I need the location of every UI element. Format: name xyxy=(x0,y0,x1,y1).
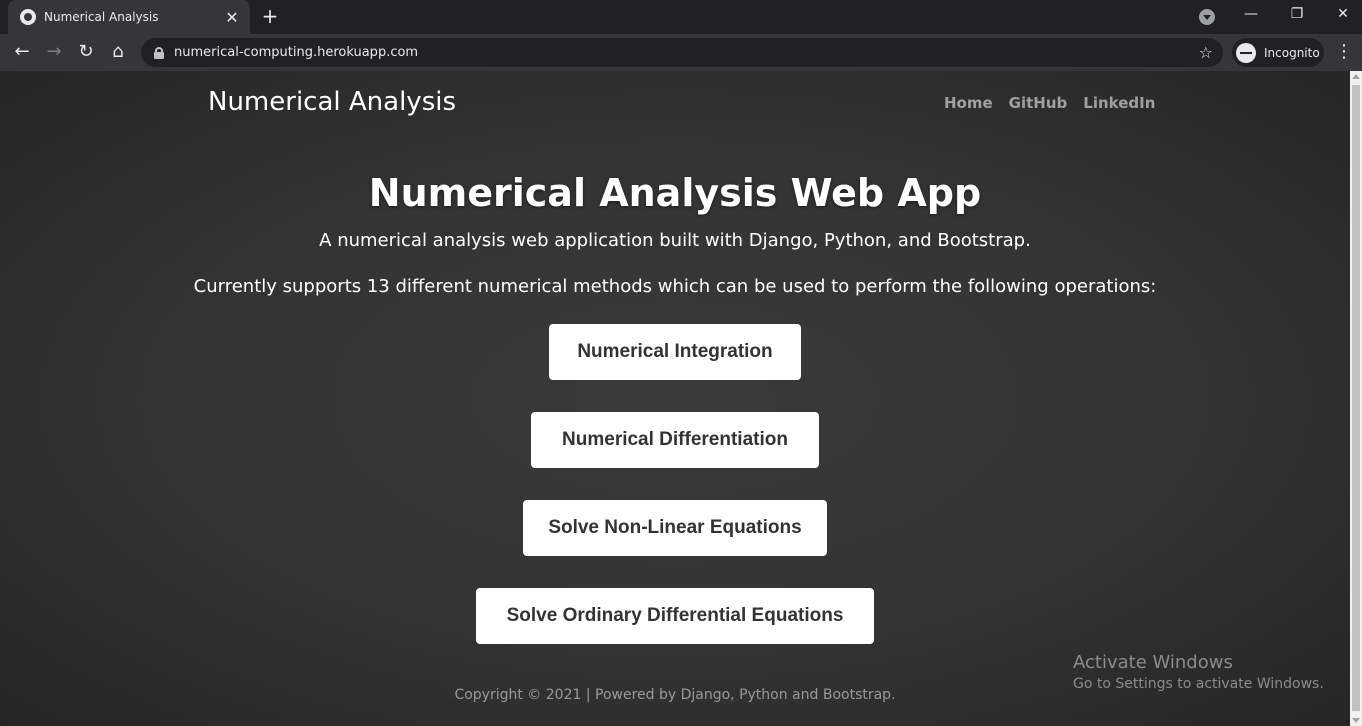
home-button[interactable]: ⌂ xyxy=(105,40,131,66)
tab-title: Numerical Analysis xyxy=(44,10,159,24)
globe-icon xyxy=(20,9,36,25)
back-button[interactable]: ← xyxy=(9,40,35,66)
window-close-button[interactable]: ✕ xyxy=(1320,0,1362,30)
minimize-button[interactable]: — xyxy=(1228,0,1274,30)
tab-search-icon[interactable] xyxy=(1199,9,1215,25)
tab-close-icon[interactable]: ✕ xyxy=(224,8,240,27)
tab-strip: Numerical Analysis ✕ + — ❐ ✕ xyxy=(0,0,1362,34)
new-tab-button[interactable]: + xyxy=(258,5,282,29)
incognito-indicator[interactable]: Incognito xyxy=(1232,38,1324,67)
lock-icon[interactable] xyxy=(154,46,164,59)
scroll-down-arrow-icon[interactable] xyxy=(1352,718,1360,723)
nav-link-home[interactable]: Home xyxy=(944,94,993,112)
intro-text: A numerical analysis web application bui… xyxy=(319,230,1031,251)
scroll-up-arrow-icon[interactable] xyxy=(1352,74,1360,79)
activation-subtitle: Go to Settings to activate Windows. xyxy=(1073,676,1324,692)
reload-button[interactable]: ↻ xyxy=(73,40,99,66)
restore-button[interactable]: ❐ xyxy=(1274,0,1320,30)
page-viewport: Numerical Analysis Home GitHub LinkedIn … xyxy=(0,71,1350,726)
browser-menu-icon[interactable]: ⋮ xyxy=(1334,40,1354,66)
browser-toolbar: ← → ↻ ⌂ numerical-computing.herokuapp.co… xyxy=(0,34,1362,71)
address-bar[interactable]: numerical-computing.herokuapp.com ☆ xyxy=(141,38,1223,67)
non-linear-equations-button[interactable]: Solve Non-Linear Equations xyxy=(523,500,827,556)
site-brand[interactable]: Numerical Analysis xyxy=(208,87,456,117)
incognito-label: Incognito xyxy=(1264,45,1320,60)
windows-activation-watermark: Activate Windows Go to Settings to activ… xyxy=(1073,652,1324,692)
incognito-icon xyxy=(1236,42,1256,63)
numerical-differentiation-button[interactable]: Numerical Differentiation xyxy=(531,412,819,468)
ode-button[interactable]: Solve Ordinary Differential Equations xyxy=(476,588,874,644)
site-nav: Home GitHub LinkedIn xyxy=(944,94,1155,112)
activation-title: Activate Windows xyxy=(1073,652,1233,673)
page-title: Numerical Analysis Web App xyxy=(368,171,982,215)
forward-button[interactable]: → xyxy=(41,40,67,66)
bookmark-star-icon[interactable]: ☆ xyxy=(1199,43,1213,62)
url-text[interactable]: numerical-computing.herokuapp.com xyxy=(174,45,1199,60)
page-scrollbar[interactable] xyxy=(1350,71,1362,726)
methods-text: Currently supports 13 different numerica… xyxy=(193,276,1157,297)
numerical-integration-button[interactable]: Numerical Integration xyxy=(549,324,801,380)
nav-link-github[interactable]: GitHub xyxy=(1009,94,1068,112)
scrollbar-thumb[interactable] xyxy=(1352,85,1360,711)
nav-link-linkedin[interactable]: LinkedIn xyxy=(1083,94,1155,112)
browser-tab[interactable]: Numerical Analysis ✕ xyxy=(8,0,250,34)
